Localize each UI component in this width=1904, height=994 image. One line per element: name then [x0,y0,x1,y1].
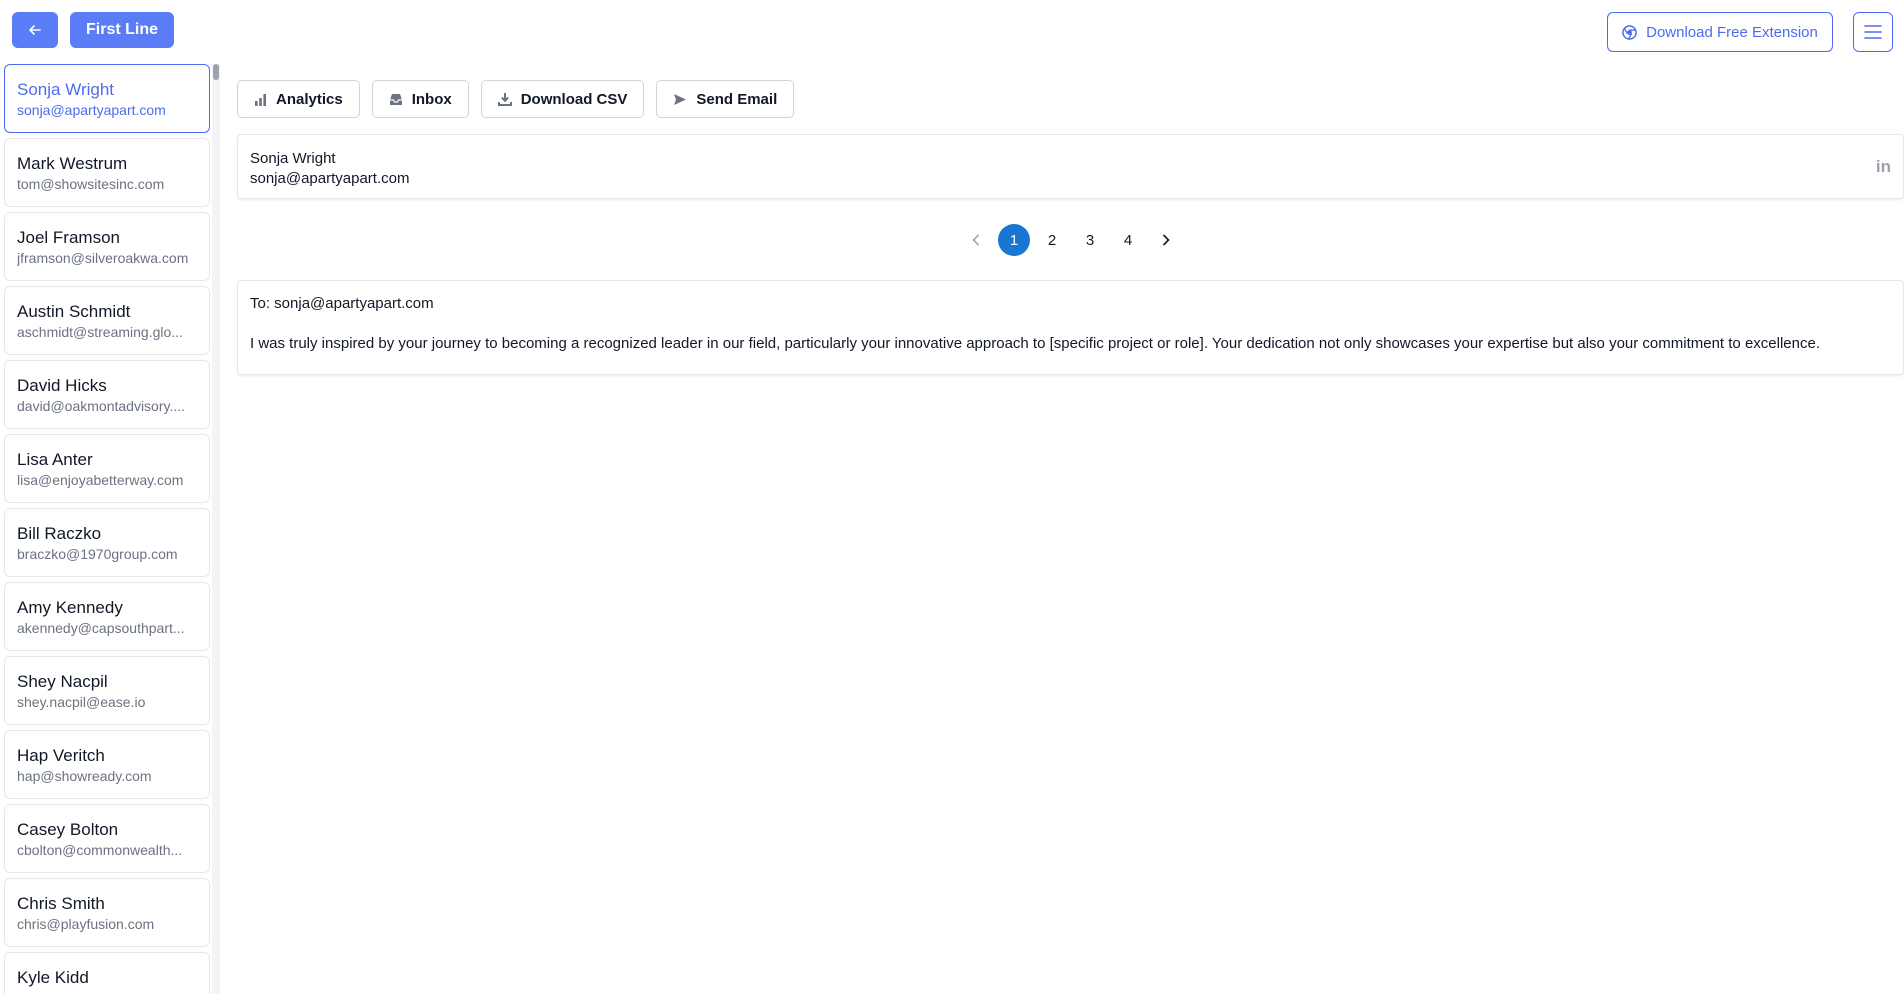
contact-email: shey.nacpil@ease.io [17,694,146,710]
pagination: 1 2 3 4 [960,224,1182,256]
inbox-icon [389,93,402,105]
contact-name: David Hicks [17,376,107,395]
contact-item[interactable]: Amy Kennedy akennedy@capsouthpart... [4,582,210,651]
prev-page-button[interactable] [960,224,992,256]
contact-email: sonja@apartyapart.com [17,102,166,118]
contact-item[interactable]: Lisa Anter lisa@enjoyabetterway.com [4,434,210,503]
bar-chart-icon [255,93,266,106]
contact-item[interactable]: Kyle Kidd [4,952,210,994]
selected-contact-email: sonja@apartyapart.com [250,170,410,187]
contact-list: Sonja Wright sonja@apartyapart.com Mark … [4,64,210,994]
contact-item[interactable]: Shey Nacpil shey.nacpil@ease.io [4,656,210,725]
contact-name: Shey Nacpil [17,672,108,691]
contact-name: Amy Kennedy [17,598,123,617]
contact-name: Joel Framson [17,228,120,247]
send-icon [674,93,687,105]
analytics-label: Analytics [276,90,343,108]
contact-email: cbolton@commonwealth... [17,842,183,858]
email-to-line: To: sonja@apartyapart.com [250,295,434,312]
contact-header-card: Sonja Wright sonja@apartyapart.com in [237,134,1904,199]
contact-email: braczko@1970group.com [17,546,178,562]
first-line-button[interactable]: First Line [70,12,175,48]
contact-name: Austin Schmidt [17,302,131,321]
page-1-button[interactable]: 1 [998,224,1030,256]
contact-item[interactable]: Mark Westrum tom@showsitesinc.com [4,138,210,207]
send-email-label: Send Email [696,90,778,108]
contact-item[interactable]: Chris Smith chris@playfusion.com [4,878,210,947]
contact-email: lisa@enjoyabetterway.com [17,472,184,488]
contact-item[interactable]: Bill Raczko braczko@1970group.com [4,508,210,577]
page-3-button[interactable]: 3 [1074,224,1106,256]
contact-email: chris@playfusion.com [17,916,155,932]
contact-email: aschmidt@streaming.glo... [17,324,183,340]
contact-item[interactable]: David Hicks david@oakmontadvisory.... [4,360,210,429]
hamburger-icon [1864,25,1882,39]
inbox-button[interactable]: Inbox [371,80,469,118]
contact-item[interactable]: Casey Bolton cbolton@commonwealth... [4,804,210,873]
email-body: I was truly inspired by your journey to … [250,335,1820,352]
page-4-button[interactable]: 4 [1112,224,1144,256]
download-extension-button[interactable]: Download Free Extension [1607,12,1833,52]
contact-name: Mark Westrum [17,154,128,173]
analytics-button[interactable]: Analytics [237,80,360,118]
menu-button[interactable] [1853,12,1893,52]
contact-email: akennedy@capsouthpart... [17,620,185,636]
download-icon [497,93,512,106]
contact-email: hap@showready.com [17,768,152,784]
contact-name: Sonja Wright [17,80,115,99]
contact-item[interactable]: Sonja Wright sonja@apartyapart.com [4,64,210,133]
contact-item[interactable]: Joel Framson jframson@silveroakwa.com [4,212,210,281]
contact-name: Chris Smith [17,894,105,913]
arrow-left-icon [29,25,41,35]
download-csv-label: Download CSV [520,90,628,108]
contact-item[interactable]: Austin Schmidt aschmidt@streaming.glo... [4,286,210,355]
download-csv-button[interactable]: Download CSV [480,80,645,118]
chevron-right-icon [1162,234,1170,246]
selected-contact-name: Sonja Wright [250,150,336,167]
inbox-label: Inbox [411,90,452,108]
contact-name: Bill Raczko [17,524,102,543]
contact-email: jframson@silveroakwa.com [17,250,189,266]
page-2-button[interactable]: 2 [1036,224,1068,256]
email-preview-card: To: sonja@apartyapart.com I was truly in… [237,280,1904,375]
contact-item[interactable]: Hap Veritch hap@showready.com [4,730,210,799]
contact-name: Casey Bolton [17,820,119,839]
send-email-button[interactable]: Send Email [656,80,795,118]
back-button[interactable] [12,12,58,48]
contact-email: david@oakmontadvisory.... [17,398,186,414]
contact-name: Hap Veritch [17,746,105,765]
linkedin-icon[interactable]: in [1876,157,1891,177]
action-toolbar: Analytics Inbox Download CSV Send Email [237,80,795,118]
contact-name: Lisa Anter [17,450,93,469]
contact-email: tom@showsitesinc.com [17,176,165,192]
top-bar: First Line Download Free Extension [0,0,1904,60]
next-page-button[interactable] [1150,224,1182,256]
sidebar-scrollbar[interactable] [212,64,220,994]
contact-name: Kyle Kidd [17,968,89,987]
download-extension-label: Download Free Extension [1646,23,1818,41]
sidebar-scrollbar-thumb[interactable] [213,64,219,80]
chrome-icon [1622,24,1637,40]
chevron-left-icon [972,234,980,246]
